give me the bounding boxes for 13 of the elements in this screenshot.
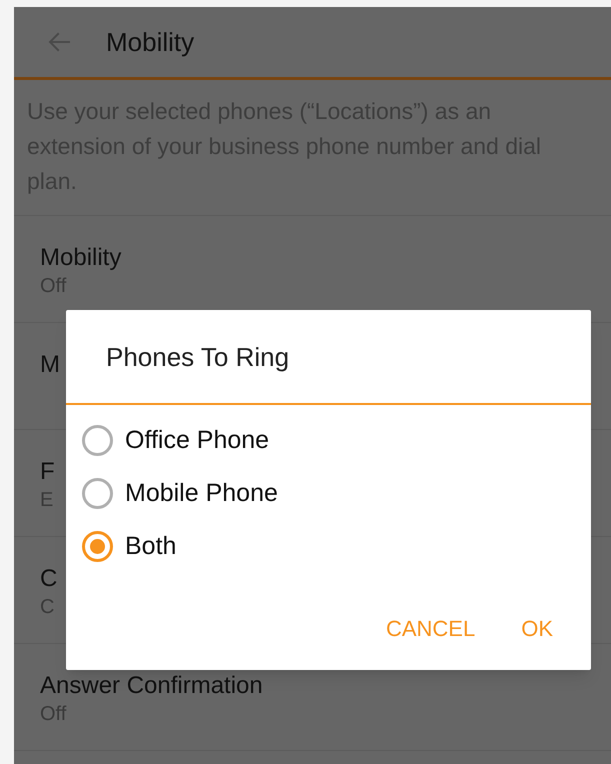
screen-title: Mobility <box>106 26 194 58</box>
radio-option[interactable]: Both <box>66 520 176 573</box>
setting-title: C <box>40 564 58 594</box>
setting-title: Answer Confirmation <box>40 671 263 701</box>
setting-title: M <box>40 350 60 380</box>
radio-button[interactable] <box>82 531 113 562</box>
radio-button[interactable] <box>82 425 113 456</box>
radio-option[interactable]: Mobile Phone <box>66 467 278 520</box>
radio-button[interactable] <box>82 478 113 509</box>
setting-title: Mobility <box>40 243 122 273</box>
setting-title: F <box>40 457 55 487</box>
dialog-title: Phones To Ring <box>66 310 591 405</box>
radio-option[interactable]: Office Phone <box>66 414 270 467</box>
